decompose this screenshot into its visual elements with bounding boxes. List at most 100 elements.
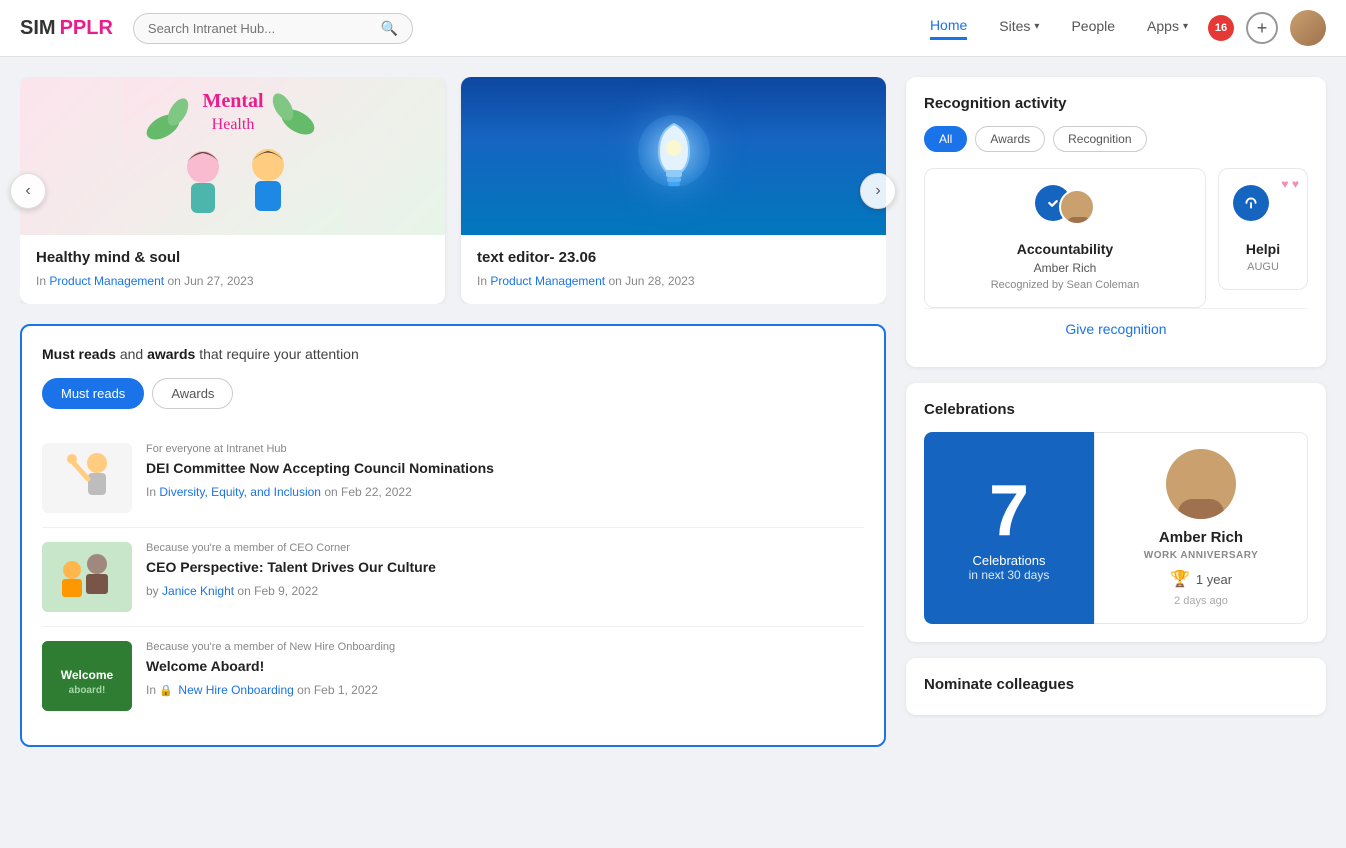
- recog-by-2: AUGU: [1247, 261, 1279, 273]
- user-avatar[interactable]: [1290, 10, 1326, 46]
- celebration-years: 🏆 1 year: [1170, 569, 1232, 589]
- nominate-panel: Nominate colleagues: [906, 658, 1326, 715]
- celebrations-title: Celebrations: [924, 401, 1308, 418]
- must-read-context-3: Because you're a member of New Hire Onbo…: [146, 641, 864, 653]
- carousel-card-2: text editor- 23.06 In Product Management…: [461, 77, 886, 304]
- svg-text:Mental: Mental: [202, 90, 264, 112]
- recog-award-name-2: Helpi: [1246, 241, 1280, 257]
- nav-actions: 16 +: [1208, 10, 1326, 46]
- recognition-title: Recognition activity: [924, 95, 1308, 112]
- must-read-context-link-2[interactable]: CEO Corner: [289, 542, 350, 554]
- must-reads-card: Must reads and awards that require your …: [20, 324, 886, 747]
- notification-badge[interactable]: 16: [1208, 15, 1234, 41]
- search-input[interactable]: [148, 21, 373, 36]
- must-read-meta-3: In 🔒 New Hire Onboarding on Feb 1, 2022: [146, 683, 864, 697]
- nav-link-apps[interactable]: Apps ▾: [1147, 18, 1188, 38]
- nav-link-sites[interactable]: Sites ▾: [999, 18, 1039, 38]
- svg-text:Welcome: Welcome: [61, 668, 114, 682]
- recog-filter-all[interactable]: All: [924, 126, 967, 152]
- logo[interactable]: SIMPPLR: [20, 17, 113, 40]
- carousel-card-1-meta: In Product Management on Jun 27, 2023: [36, 274, 429, 288]
- recognition-cards-row: Accountability Amber Rich Recognized by …: [924, 168, 1308, 308]
- recog-award-name-1: Accountability: [1017, 241, 1113, 257]
- give-recognition-link[interactable]: Give recognition: [924, 308, 1308, 349]
- must-read-context-1: For everyone at Intranet Hub: [146, 443, 864, 455]
- trophy-icon: 🏆: [1170, 569, 1190, 589]
- navbar: SIMPPLR 🔍 Home Sites ▾ People Apps ▾ 16 …: [0, 0, 1346, 57]
- nav-link-home[interactable]: Home: [930, 17, 967, 40]
- carousel-card-2-meta: In Product Management on Jun 28, 2023: [477, 274, 870, 288]
- must-read-meta-2: by Janice Knight on Feb 9, 2022: [146, 584, 864, 598]
- mental-health-illustration: Mental Health: [123, 77, 343, 235]
- must-read-context-2: Because you're a member of CEO Corner: [146, 542, 864, 554]
- must-read-title-3[interactable]: Welcome Aboard!: [146, 657, 864, 677]
- dei-thumbnail: [42, 443, 132, 513]
- nav-link-people[interactable]: People: [1071, 18, 1115, 38]
- carousel-prev-button[interactable]: ‹: [10, 173, 46, 209]
- celebration-avatar: [1166, 449, 1236, 519]
- right-column: Recognition activity All Awards Recognit…: [906, 77, 1326, 747]
- carousel-card-1-category[interactable]: Product Management: [49, 274, 164, 288]
- recog-avatars-1: [1035, 185, 1095, 231]
- celebration-ago: 2 days ago: [1174, 595, 1228, 607]
- celebrations-number: 7: [989, 475, 1029, 547]
- recognition-filters: All Awards Recognition: [924, 126, 1308, 152]
- must-read-meta-1: In Diversity, Equity, and Inclusion on F…: [146, 485, 864, 499]
- search-bar: 🔍: [133, 13, 413, 44]
- celebration-person-card: Amber Rich Work Anniversary 🏆 1 year 2 d…: [1094, 432, 1308, 624]
- must-read-content-3: Because you're a member of New Hire Onbo…: [146, 641, 864, 711]
- recog-card-wrapper-2: ♥ ♥ Helpi AUGU: [1218, 168, 1308, 308]
- must-read-item-1: For everyone at Intranet Hub DEI Committ…: [42, 429, 864, 528]
- left-column: ‹: [20, 77, 886, 747]
- chevron-down-icon: ▾: [1034, 21, 1039, 32]
- logo-sim: SIM: [20, 17, 56, 40]
- must-read-category-3[interactable]: New Hire Onboarding: [178, 683, 293, 697]
- celebrations-label: Celebrations: [973, 553, 1046, 568]
- must-read-thumb-3: Welcome aboard!: [42, 641, 132, 711]
- add-button[interactable]: +: [1246, 12, 1278, 44]
- recog-card-wrapper-1: Accountability Amber Rich Recognized by …: [924, 168, 1206, 308]
- recog-by-1: Recognized by Sean Coleman: [991, 279, 1140, 291]
- nominate-title: Nominate colleagues: [924, 676, 1308, 693]
- celebrations-row: 7 Celebrations in next 30 days Amber Ric…: [924, 432, 1308, 624]
- carousel-next-button[interactable]: ›: [860, 173, 896, 209]
- carousel-card-1-body: Healthy mind & soul In Product Managemen…: [20, 235, 445, 304]
- nav-links: Home Sites ▾ People Apps ▾: [930, 17, 1188, 40]
- recog-card-2: ♥ ♥ Helpi AUGU: [1218, 168, 1308, 290]
- carousel-card-1: Mental Health: [20, 77, 445, 304]
- must-read-context-link-3[interactable]: New Hire Onboarding: [289, 641, 395, 653]
- helping-icon: [1233, 185, 1269, 221]
- recog-avatar-amber: [1059, 189, 1095, 225]
- must-read-title-2[interactable]: CEO Perspective: Talent Drives Our Cultu…: [146, 558, 864, 578]
- must-read-content-2: Because you're a member of CEO Corner CE…: [146, 542, 864, 612]
- tabs-row: Must reads Awards: [42, 378, 864, 409]
- recog-filter-awards[interactable]: Awards: [975, 126, 1045, 152]
- must-read-item-3: Welcome aboard! Because you're a member …: [42, 627, 864, 725]
- main-content: ‹: [0, 57, 1346, 767]
- tab-must-reads[interactable]: Must reads: [42, 378, 144, 409]
- must-read-category-1[interactable]: Diversity, Equity, and Inclusion: [159, 485, 321, 499]
- celebrations-panel: Celebrations 7 Celebrations in next 30 d…: [906, 383, 1326, 642]
- carousel-card-2-title: text editor- 23.06: [477, 249, 870, 266]
- must-read-content-1: For everyone at Intranet Hub DEI Committ…: [146, 443, 864, 513]
- must-read-author-2[interactable]: Janice Knight: [162, 584, 234, 598]
- carousel-items: Mental Health: [20, 77, 886, 304]
- celebrations-sub: in next 30 days: [969, 568, 1050, 582]
- must-read-thumb-1: [42, 443, 132, 513]
- recog-person-name-1: Amber Rich: [1034, 261, 1097, 275]
- svg-text:Health: Health: [211, 116, 254, 133]
- search-icon: 🔍: [380, 20, 397, 37]
- tab-awards[interactable]: Awards: [152, 378, 233, 409]
- recog-filter-recognition[interactable]: Recognition: [1053, 126, 1146, 152]
- carousel-image-1: Mental Health: [20, 77, 445, 235]
- logo-pplr: PPLR: [60, 17, 113, 40]
- carousel-card-2-category[interactable]: Product Management: [490, 274, 605, 288]
- celebrations-count-card: 7 Celebrations in next 30 days: [924, 432, 1094, 624]
- must-read-title-1[interactable]: DEI Committee Now Accepting Council Nomi…: [146, 459, 864, 479]
- celebration-name: Amber Rich: [1159, 529, 1243, 546]
- recognition-panel: Recognition activity All Awards Recognit…: [906, 77, 1326, 367]
- chevron-down-icon: ▾: [1183, 21, 1188, 32]
- ceo-thumbnail: [42, 542, 132, 612]
- carousel-card-1-title: Healthy mind & soul: [36, 249, 429, 266]
- carousel-card-2-body: text editor- 23.06 In Product Management…: [461, 235, 886, 304]
